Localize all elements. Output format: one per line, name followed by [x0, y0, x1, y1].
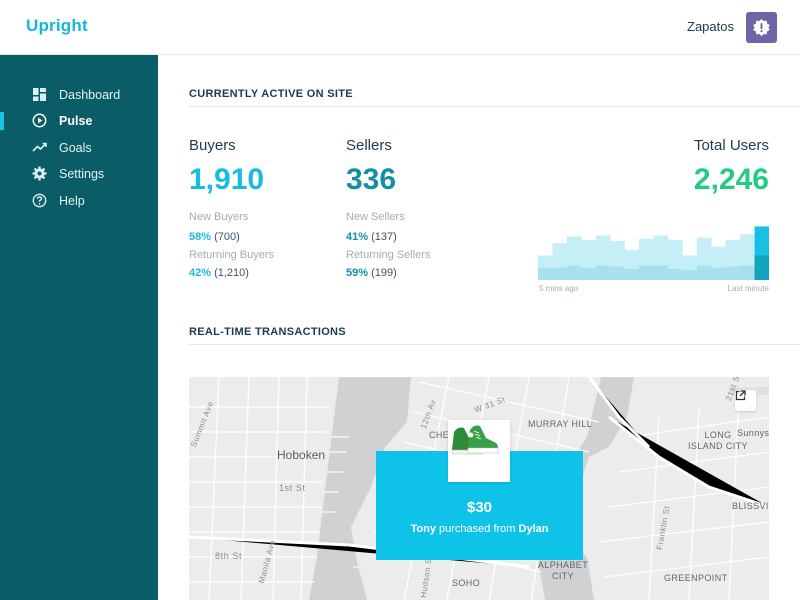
new-buyers-value: 58% (700) — [189, 231, 240, 243]
map-label-alphabet-city: ALPHABET CITY — [537, 560, 589, 581]
sparkline-start-label: 5 mins ago — [539, 284, 579, 293]
total-users-count: 2,246 — [693, 163, 769, 196]
trend-icon — [32, 142, 47, 152]
sidebar: Dashboard Pulse Goals Settings Help — [0, 55, 158, 600]
activity-bar-returning — [740, 265, 755, 280]
help-icon — [32, 193, 47, 208]
divider — [189, 106, 800, 107]
activity-bar-returning — [682, 269, 698, 280]
new-sellers-pct: 41% — [346, 231, 369, 243]
total-users-label: Total Users — [693, 137, 769, 154]
gear-icon — [32, 166, 47, 181]
returning-sellers-label: Returning Sellers — [346, 249, 431, 261]
app-logo[interactable]: Upright — [26, 16, 88, 36]
transaction-amount: $30 — [466, 499, 493, 516]
buyers-count: 1,910 — [189, 163, 265, 196]
activity-bar-returning — [595, 265, 611, 280]
activity-bar-returning — [538, 267, 553, 280]
sneaker-icon — [451, 425, 499, 455]
new-buyers-count: (700) — [214, 231, 240, 243]
buyers-label: Buyers — [189, 137, 236, 154]
sellers-label: Sellers — [346, 137, 392, 154]
transaction-description: Tony purchased from Dylan — [376, 523, 583, 535]
activity-bar-returning — [581, 267, 597, 280]
activity-bar-returning — [610, 266, 625, 280]
map-label-greenpoint: GREENPOINT — [664, 573, 728, 583]
returning-buyers-pct: 42% — [189, 267, 212, 279]
section-title-transactions: REAL-TIME TRANSACTIONS — [189, 326, 346, 338]
divider — [189, 344, 800, 345]
external-link-icon — [735, 390, 746, 401]
sellers-count: 336 — [346, 163, 397, 196]
sidebar-item-settings[interactable]: Settings — [0, 161, 158, 187]
expand-map-button[interactable] — [735, 390, 756, 411]
sidebar-item-goals[interactable]: Goals — [0, 135, 158, 161]
map-label-murray-hill: MURRAY HILL — [528, 419, 593, 429]
section-title-active: CURRENTLY ACTIVE ON SITE — [189, 88, 353, 100]
purchase-verb: purchased from — [439, 523, 516, 535]
returning-sellers-pct: 59% — [346, 267, 369, 279]
sidebar-item-pulse[interactable]: Pulse — [0, 108, 158, 134]
activity-bar-returning — [696, 265, 712, 280]
map-label-soho: SOHO — [452, 578, 481, 588]
sidebar-item-label: Settings — [59, 167, 105, 181]
activity-bar-returning — [624, 268, 640, 280]
new-buyers-pct: 58% — [189, 231, 212, 243]
map-label-sunnyside: Sunnys — [737, 428, 769, 438]
activity-bar-returning — [725, 266, 741, 280]
returning-buyers-label: Returning Buyers — [189, 249, 274, 261]
account-name[interactable]: Zapatos — [687, 19, 734, 34]
new-sellers-value: 41% (137) — [346, 231, 397, 243]
new-sellers-label: New Sellers — [346, 211, 405, 223]
sidebar-item-label: Help — [59, 194, 85, 208]
activity-bar-returning — [754, 255, 769, 280]
returning-buyers-count: (1,210) — [214, 267, 249, 279]
product-thumbnail[interactable] — [448, 420, 510, 482]
returning-sellers-value: 59% (199) — [346, 267, 397, 279]
map-label-chelsea: CHE — [429, 430, 450, 440]
returning-sellers-count: (199) — [371, 267, 397, 279]
active-indicator — [0, 112, 4, 130]
seal-icon — [753, 18, 770, 37]
account-avatar[interactable] — [746, 12, 777, 43]
sidebar-item-dashboard[interactable]: Dashboard — [0, 82, 158, 108]
activity-sparkline — [538, 226, 769, 280]
sidebar-item-label: Goals — [59, 141, 92, 155]
seller-name: Dylan — [518, 523, 549, 535]
activity-bar-returning — [639, 265, 654, 280]
sparkline-end-label: Last minute — [727, 284, 769, 293]
map-label-eighth-st: 8th St — [215, 551, 243, 561]
map-label-blissville: BLISSVILL — [732, 501, 769, 511]
sidebar-item-help[interactable]: Help — [0, 188, 158, 214]
buyer-name: Tony — [410, 523, 436, 535]
activity-bar-returning — [566, 265, 582, 280]
new-buyers-label: New Buyers — [189, 211, 249, 223]
new-sellers-count: (137) — [371, 231, 397, 243]
transactions-map[interactable]: Hoboken Summit Ave 1st St 8th St Manila … — [189, 377, 769, 600]
map-label-hoboken: Hoboken — [277, 448, 326, 462]
activity-bar-returning — [667, 268, 683, 280]
sidebar-item-label: Dashboard — [59, 88, 121, 102]
activity-bar-returning — [653, 265, 669, 280]
returning-buyers-value: 42% (1,210) — [189, 267, 249, 279]
sidebar-item-label: Pulse — [59, 114, 93, 128]
grid-icon — [33, 88, 46, 101]
activity-bar-returning — [711, 267, 726, 280]
play-circle-icon — [32, 113, 47, 128]
map-label-first-st: 1st St — [279, 483, 306, 493]
top-bar: Upright Zapatos — [0, 0, 800, 55]
activity-bar-returning — [552, 267, 568, 280]
